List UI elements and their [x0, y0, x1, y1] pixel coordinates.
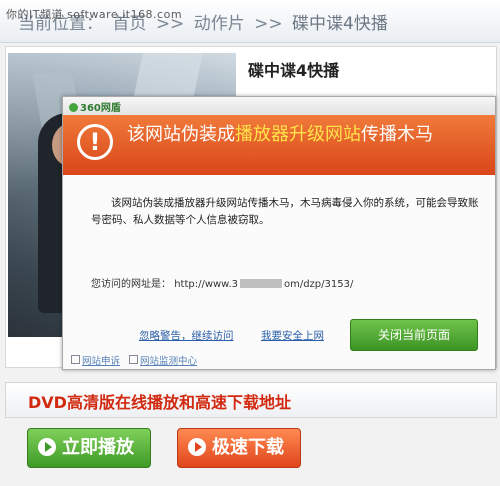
monitor-icon: [129, 355, 138, 364]
monitoring-center-link[interactable]: 网站监测中心: [129, 353, 197, 367]
dvd-section-title: DVD高清版在线播放和高速下载地址: [28, 393, 291, 412]
dialog-footer: 网站申诉 网站监测中心: [63, 349, 495, 369]
breadcrumb-bar: 当前位置： 首页 >> 动作片 >> 碟中谍4快播 你的IT频道 softwar…: [0, 0, 500, 43]
fast-download-button[interactable]: 极速下载: [177, 428, 301, 468]
breadcrumb-separator: >>: [254, 14, 283, 34]
exclamation-icon: !: [77, 124, 113, 160]
safe-browsing-link[interactable]: 我要安全上网: [261, 328, 324, 343]
dialog-body-text: 该网站伪装成播放器升级网站传播木马，木马病毒侵入你的系统，可能会导致账号密码、私…: [91, 197, 479, 226]
dvd-section-header: DVD高清版在线播放和高速下载地址: [5, 382, 497, 418]
security-warning-dialog: 360网盾 ! 该网站伪装成播放器升级网站传播木马 该网站伪装成播放器升级网站传…: [62, 96, 496, 370]
logo-360: 360网盾: [69, 99, 121, 114]
breadcrumb-category-link[interactable]: 动作片: [194, 14, 245, 34]
headline-highlight: 播放器升级网站: [235, 124, 361, 145]
play-arrow-icon: [38, 438, 56, 456]
url-redaction: [239, 279, 282, 288]
close-page-button[interactable]: 关闭当前页面: [350, 319, 478, 351]
site-appeal-link[interactable]: 网站申诉: [71, 353, 120, 367]
visited-url: 您访问的网址是： http://www.3 om/dzp/3153/: [91, 279, 354, 290]
appeal-icon: [71, 355, 80, 364]
dialog-titlebar: 360网盾: [63, 97, 495, 115]
watermark: 你的IT频道 software.it168.com: [6, 8, 183, 21]
breadcrumb-current: 碟中谍4快播: [292, 14, 388, 34]
ignore-warning-link[interactable]: 忽略警告，继续访问: [139, 328, 234, 343]
movie-title: 碟中谍4快播: [248, 61, 340, 80]
shield-icon: [69, 103, 78, 112]
dialog-headline: 该网站伪装成播放器升级网站传播木马: [127, 124, 433, 145]
play-now-button[interactable]: 立即播放: [27, 428, 151, 468]
download-arrow-icon: [188, 438, 206, 456]
dialog-header: ! 该网站伪装成播放器升级网站传播木马: [63, 115, 495, 175]
